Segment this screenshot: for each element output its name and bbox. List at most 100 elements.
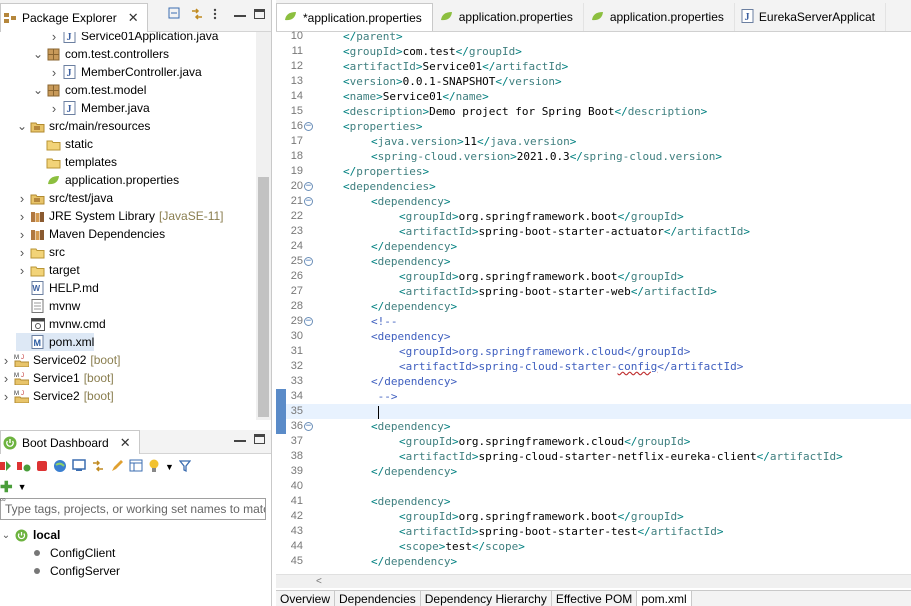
code-line[interactable]: 39 </dependency> (276, 464, 911, 479)
tree-item[interactable]: ⌄ src/main/resources (16, 117, 150, 135)
pom-editor-tab[interactable]: pom.xml (637, 591, 692, 606)
tree-item[interactable]: static (32, 135, 93, 153)
chevron-right-icon[interactable]: › (16, 245, 28, 260)
view-menu-icon[interactable] (212, 7, 226, 21)
minimize-icon[interactable] (234, 440, 246, 442)
code-line[interactable]: 36− <dependency> (276, 419, 911, 434)
open-browser-icon[interactable] (53, 459, 67, 476)
chevron-down-icon[interactable]: ⌄ (32, 83, 44, 97)
scroll-left-icon[interactable]: < (316, 576, 322, 587)
code-line[interactable]: 38 <artifactId>spring-cloud-starter-netfl… (276, 449, 911, 464)
code-editor[interactable]: 10 </parent> 11 <groupId>com.test</groupId>… (276, 29, 911, 574)
code-line[interactable]: 29− <!-- (276, 314, 911, 329)
tree-item[interactable]: › J MemberController.java (48, 63, 202, 81)
debug-restart-icon[interactable] (17, 459, 31, 476)
tree-item[interactable]: › J Service01Application.java (48, 32, 218, 45)
bulb-icon[interactable] (148, 459, 160, 476)
tree-item[interactable]: W HELP.md (16, 279, 99, 297)
code-line[interactable]: 15 <description>Demo project for Spring B… (276, 104, 911, 119)
code-line[interactable]: 30 <dependency> (276, 329, 911, 344)
code-line[interactable]: 13 <version>0.0.1-SNAPSHOT</version> (276, 74, 911, 89)
code-line[interactable]: 22 <groupId>org.springframework.boot</gro… (276, 209, 911, 224)
code-line[interactable]: 27 <artifactId>spring-boot-starter-web</a… (276, 284, 911, 299)
open-console-icon[interactable] (72, 459, 86, 475)
tree-item[interactable]: › src (16, 243, 65, 261)
code-line[interactable]: 10 </parent> (276, 29, 911, 44)
link-with-editor-icon[interactable] (190, 7, 204, 21)
chevron-right-icon[interactable]: › (0, 371, 12, 386)
tree-item[interactable]: › target (16, 261, 80, 279)
tree-item[interactable]: › M J Service02 [boot] (0, 351, 121, 369)
editor-tab[interactable]: application.properties (433, 3, 584, 31)
chevron-right-icon[interactable]: › (48, 65, 60, 80)
maximize-icon[interactable] (254, 434, 265, 444)
horizontal-scrollbar[interactable]: < (276, 574, 911, 588)
maximize-icon[interactable] (254, 9, 265, 19)
pom-editor-tab[interactable]: Effective POM (552, 591, 638, 606)
properties-icon[interactable] (129, 459, 143, 475)
scrollbar-thumb[interactable] (258, 177, 269, 417)
pom-editor-tab[interactable]: Overview (276, 591, 336, 606)
code-line[interactable]: 12 <artifactId>Service01</artifactId> (276, 59, 911, 74)
code-line[interactable]: 31 <groupId>org.springframework.cloud</gr… (276, 344, 911, 359)
code-line[interactable]: 17 <java.version>11</java.version> (276, 134, 911, 149)
code-line[interactable]: 44 <scope>test</scope> (276, 539, 911, 554)
code-line[interactable]: 37 <groupId>org.springframework.cloud</gr… (276, 434, 911, 449)
close-icon[interactable]: ✕ (120, 435, 131, 451)
boot-app-item[interactable]: ConfigServer (34, 562, 120, 580)
editor-tab[interactable]: application.properties (584, 3, 735, 31)
chevron-down-icon[interactable]: ⌄ (16, 119, 28, 133)
fold-toggle-icon[interactable]: − (304, 122, 313, 131)
chevron-down-icon[interactable]: ⌄ (32, 47, 44, 61)
tree-item[interactable]: › src/test/java (16, 189, 113, 207)
tree-item[interactable]: › J Member.java (48, 99, 150, 117)
code-line[interactable]: 34 --> (276, 389, 911, 404)
edit-icon[interactable] (110, 459, 124, 476)
fold-toggle-icon[interactable]: − (304, 182, 313, 191)
code-line[interactable]: 35 (276, 404, 911, 419)
fold-toggle-icon[interactable]: − (304, 257, 313, 266)
chevron-down-icon[interactable]: ⌄ (0, 530, 12, 541)
code-line[interactable]: 40 (276, 479, 911, 494)
collapse-all-icon[interactable] (168, 7, 182, 21)
chevron-right-icon[interactable]: › (48, 32, 60, 44)
tree-item[interactable]: mvnw (16, 297, 80, 315)
chevron-right-icon[interactable]: › (16, 227, 28, 242)
code-line[interactable]: 23 <artifactId>spring-boot-starter-actuat… (276, 224, 911, 239)
code-line[interactable]: 18 <spring-cloud.version>2021.0.3</spring… (276, 149, 911, 164)
editor-tab[interactable]: J EurekaServerApplicat (735, 3, 886, 31)
filter-icon[interactable] (178, 459, 192, 476)
code-line[interactable]: 32 <artifactId>spring-cloud-starter-confi… (276, 359, 911, 374)
code-line[interactable]: 11 <groupId>com.test</groupId> (276, 44, 911, 59)
code-line[interactable]: 42 <groupId>org.springframework.boot</gro… (276, 509, 911, 524)
editor-tab[interactable]: *application.properties (276, 3, 433, 31)
chevron-right-icon[interactable]: › (0, 353, 12, 368)
boot-dashboard-tab[interactable]: Boot Dashboard ✕ (0, 430, 140, 454)
explorer-scrollbar[interactable] (256, 32, 271, 420)
code-line[interactable]: 20− <dependencies> (276, 179, 911, 194)
pom-editor-tab[interactable]: Dependencies (335, 591, 421, 606)
chevron-down-icon[interactable]: ▼ (165, 462, 174, 472)
chevron-down-icon[interactable]: ▼ (18, 482, 27, 492)
tree-item[interactable]: ⌄ com.test.controllers (32, 45, 169, 63)
chevron-right-icon[interactable]: › (0, 389, 12, 404)
tree-item[interactable]: › JRE System Library [JavaSE-11] (16, 207, 224, 225)
boot-app-item[interactable]: ConfigClient (34, 544, 115, 562)
tree-item[interactable]: › M J Service1 [boot] (0, 369, 114, 387)
tree-item[interactable]: application.properties (32, 171, 179, 189)
code-line[interactable]: 14 <name>Service01</name> (276, 89, 911, 104)
add-icon[interactable]: ✚ (0, 478, 13, 496)
search-input[interactable]: Type tags, projects, or working set name… (0, 498, 266, 520)
code-line[interactable]: 26 <groupId>org.springframework.boot</gro… (276, 269, 911, 284)
tree-item[interactable]: › M J Service2 [boot] (0, 387, 114, 405)
tree-item[interactable]: ⌄ com.test.model (32, 81, 146, 99)
stop-icon[interactable] (36, 460, 48, 475)
code-line[interactable]: 19 </properties> (276, 164, 911, 179)
code-line[interactable]: 16− <properties> (276, 119, 911, 134)
code-line[interactable]: 28 </dependency> (276, 299, 911, 314)
fold-toggle-icon[interactable]: − (304, 422, 313, 431)
code-line[interactable]: 45 </dependency> (276, 554, 911, 569)
close-icon[interactable]: ✕ (128, 10, 139, 26)
tree-item[interactable]: mvnw.cmd (16, 315, 106, 333)
code-line[interactable]: 33 </dependency> (276, 374, 911, 389)
